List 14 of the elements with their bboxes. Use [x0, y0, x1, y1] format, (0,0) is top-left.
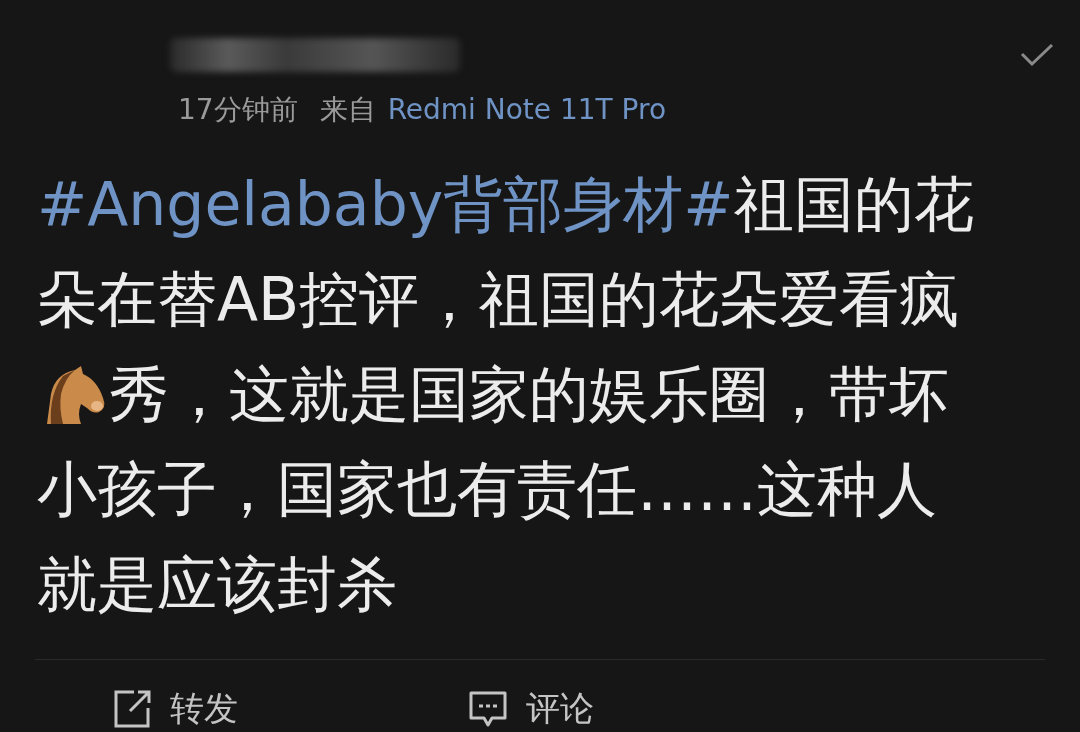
source-label: 来自	[319, 92, 376, 129]
post-text: 小孩子，国家也有责任……这种人	[37, 453, 937, 527]
check-icon[interactable]	[1020, 43, 1054, 68]
comment-button[interactable]: 评论	[468, 686, 594, 732]
post-text: 祖国的花	[733, 168, 974, 242]
repost-button[interactable]: 转发	[112, 686, 238, 732]
post-text: 秀，这就是国家的娱乐圈，带坏	[109, 358, 949, 432]
post-time: 17分钟前	[178, 92, 298, 129]
share-icon	[112, 689, 152, 729]
comment-icon	[468, 690, 508, 728]
hashtag-link[interactable]: #Angelababy背部身材#	[37, 165, 734, 247]
post-text: 就是应该封杀	[37, 548, 397, 622]
device-link[interactable]: Redmi Note 11T Pro	[387, 90, 667, 131]
post-text: 朵在替AB控评，祖国的花朵爱看疯	[37, 263, 960, 337]
